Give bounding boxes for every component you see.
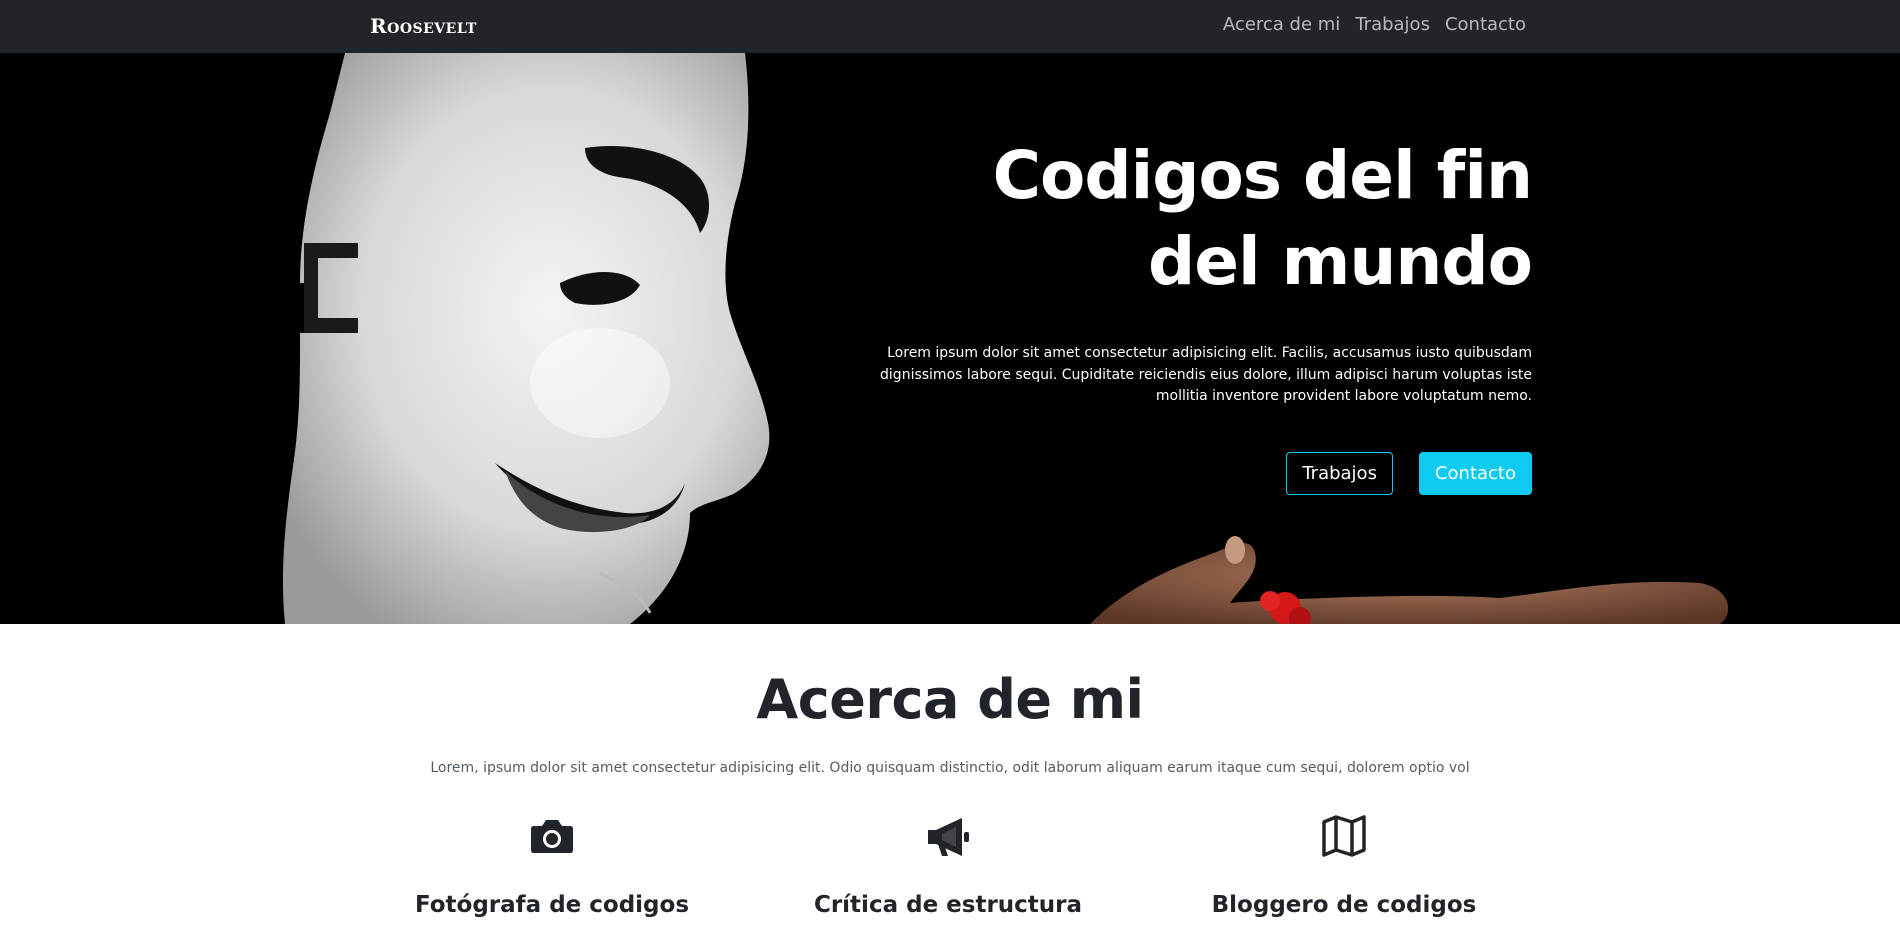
brand-logo[interactable]: Roosevelt [370,14,477,38]
navbar: Roosevelt Acerca de mi Trabajos Contacto [0,0,1900,53]
feature-title: Crítica de estructura [813,892,1083,918]
hero-buttons: Trabajos Contacto [1286,452,1532,495]
nav-link-contacto[interactable]: Contacto [1445,14,1526,35]
contacto-button[interactable]: Contacto [1418,452,1532,495]
map-icon [1322,815,1366,857]
nav-links: Acerca de mi Trabajos Contacto [1223,14,1526,35]
hero-section: Codigos del fin del mundo Lorem ipsum do… [0,53,1900,624]
feature-title: Bloggero de codigos [1211,892,1477,918]
feature-critic: Crítica de estructura [748,812,1148,918]
hero-title-line2: del mundo [1148,223,1533,300]
about-title: Acerca de mi [756,668,1144,731]
feature-photographer: Fotógrafa de codigos [352,812,752,918]
camera-icon [531,820,573,853]
hero-title-line1: Codigos del fin [992,137,1533,214]
hero-description: Lorem ipsum dolor sit amet consectetur a… [880,345,1532,404]
feature-blogger: Bloggero de codigos [1144,812,1544,918]
about-description: Lorem, ipsum dolor sit amet consectetur … [430,760,1470,776]
megaphone-icon [928,818,969,856]
features-row: Fotógrafa de codigos Crítica de estructu… [0,812,1900,929]
hero-title: Codigos del fin del mundo [832,133,1533,305]
feature-title: Fotógrafa de codigos [414,892,690,918]
trabajos-button[interactable]: Trabajos [1286,452,1393,495]
nav-link-trabajos[interactable]: Trabajos [1355,14,1430,35]
nav-link-acerca[interactable]: Acerca de mi [1223,14,1340,35]
